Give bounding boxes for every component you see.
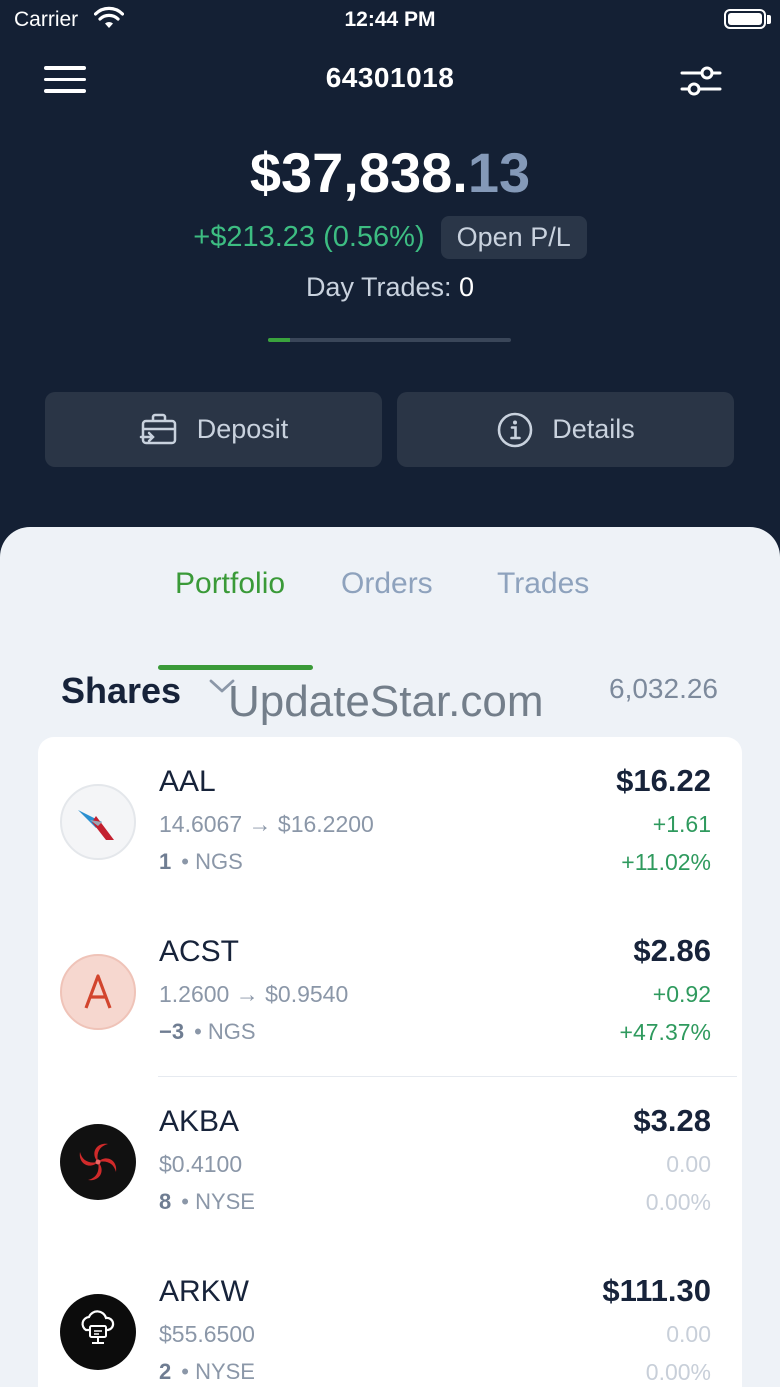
- tab-portfolio[interactable]: Portfolio: [175, 567, 285, 601]
- account-balance: $37,838.13: [249, 141, 531, 204]
- menu-button[interactable]: [44, 66, 86, 96]
- position-row[interactable]: ARKW $55.6500 2 • NYSE $111.30 0.00 0.00%: [38, 1247, 742, 1387]
- page-indicator-bar: [268, 338, 511, 342]
- tab-trades[interactable]: Trades: [497, 567, 589, 601]
- filter-sliders-icon[interactable]: [680, 64, 722, 98]
- deposit-label: Deposit: [196, 414, 289, 444]
- deposit-icon: [139, 413, 176, 444]
- asset-type-selector[interactable]: Shares: [61, 670, 181, 712]
- positions-list: AAL 14.6067 → $16.2200 1 • NGS $16.22 +1.…: [38, 737, 742, 1387]
- day-trades: Day Trades: 0: [305, 272, 475, 302]
- airline-logo: [60, 784, 136, 860]
- pl-type-toggle[interactable]: Open P/L: [440, 216, 587, 259]
- shares-header: Shares UpdateStar.com 6,032.26: [0, 667, 780, 726]
- tab-bar: Portfolio Orders Trades: [0, 567, 780, 670]
- clock: 12:44 PM: [344, 8, 436, 31]
- battery-icon: [724, 9, 766, 29]
- pl-value: +$213.23 (0.56%): [193, 221, 425, 253]
- position-row[interactable]: AKBA $0.4100 8 • NYSE $3.28 0.00 0.00%: [38, 1077, 742, 1247]
- portfolio-sheet: Portfolio Orders Trades Shares UpdateSta…: [0, 527, 780, 1387]
- account-number: 64301018: [325, 62, 455, 93]
- position-row[interactable]: AAL 14.6067 → $16.2200 1 • NGS $16.22 +1.…: [38, 737, 742, 907]
- details-button[interactable]: Details: [397, 392, 734, 467]
- position-row[interactable]: ACST 1.2600 → $0.9540 −3 • NGS $2.86 +0.9…: [38, 907, 742, 1077]
- pl-row: +$213.23 (0.56%) Open P/L: [0, 216, 780, 259]
- cloud-computer-logo: [60, 1294, 136, 1370]
- spiral-logo: [60, 1124, 136, 1200]
- letter-a-logo: [60, 954, 136, 1030]
- info-icon: [497, 412, 533, 447]
- shares-total: 6,032.26: [609, 673, 718, 704]
- status-bar: Carrier 12:44 PM: [0, 0, 780, 40]
- hamburger-icon: [44, 66, 86, 70]
- chevron-down-icon[interactable]: [208, 677, 236, 695]
- page-indicator-fill: [268, 338, 290, 342]
- watermark: UpdateStar.com: [228, 677, 544, 726]
- tab-orders[interactable]: Orders: [341, 567, 433, 601]
- deposit-button[interactable]: Deposit: [45, 392, 382, 467]
- details-label: Details: [552, 414, 635, 444]
- account-header: Carrier 12:44 PM 64301018 $37,838.13 +$2…: [0, 0, 780, 560]
